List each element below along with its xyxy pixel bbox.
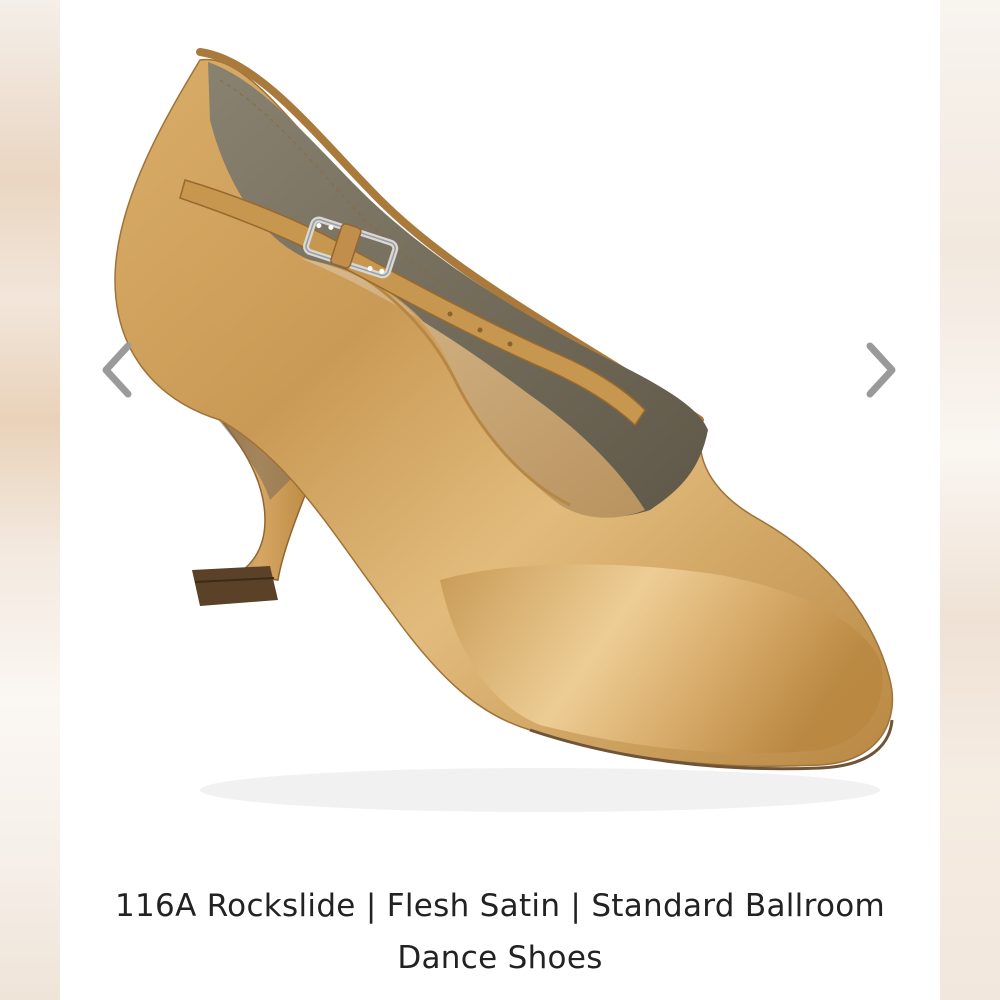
background-blur-left: [0, 0, 60, 1000]
carousel-next-button[interactable]: [850, 330, 910, 410]
background-blur-right: [940, 0, 1000, 1000]
product-title: 116A Rockslide | Flesh Satin | Standard …: [115, 888, 885, 976]
product-card: 116A Rockslide | Flesh Satin | Standard …: [60, 0, 940, 1000]
product-image[interactable]: [60, 0, 940, 860]
screenshot-frame: 116A Rockslide | Flesh Satin | Standard …: [0, 0, 1000, 1000]
chevron-left-icon: [102, 342, 132, 398]
carousel-prev-button[interactable]: [88, 330, 148, 410]
chevron-right-icon: [866, 342, 896, 398]
